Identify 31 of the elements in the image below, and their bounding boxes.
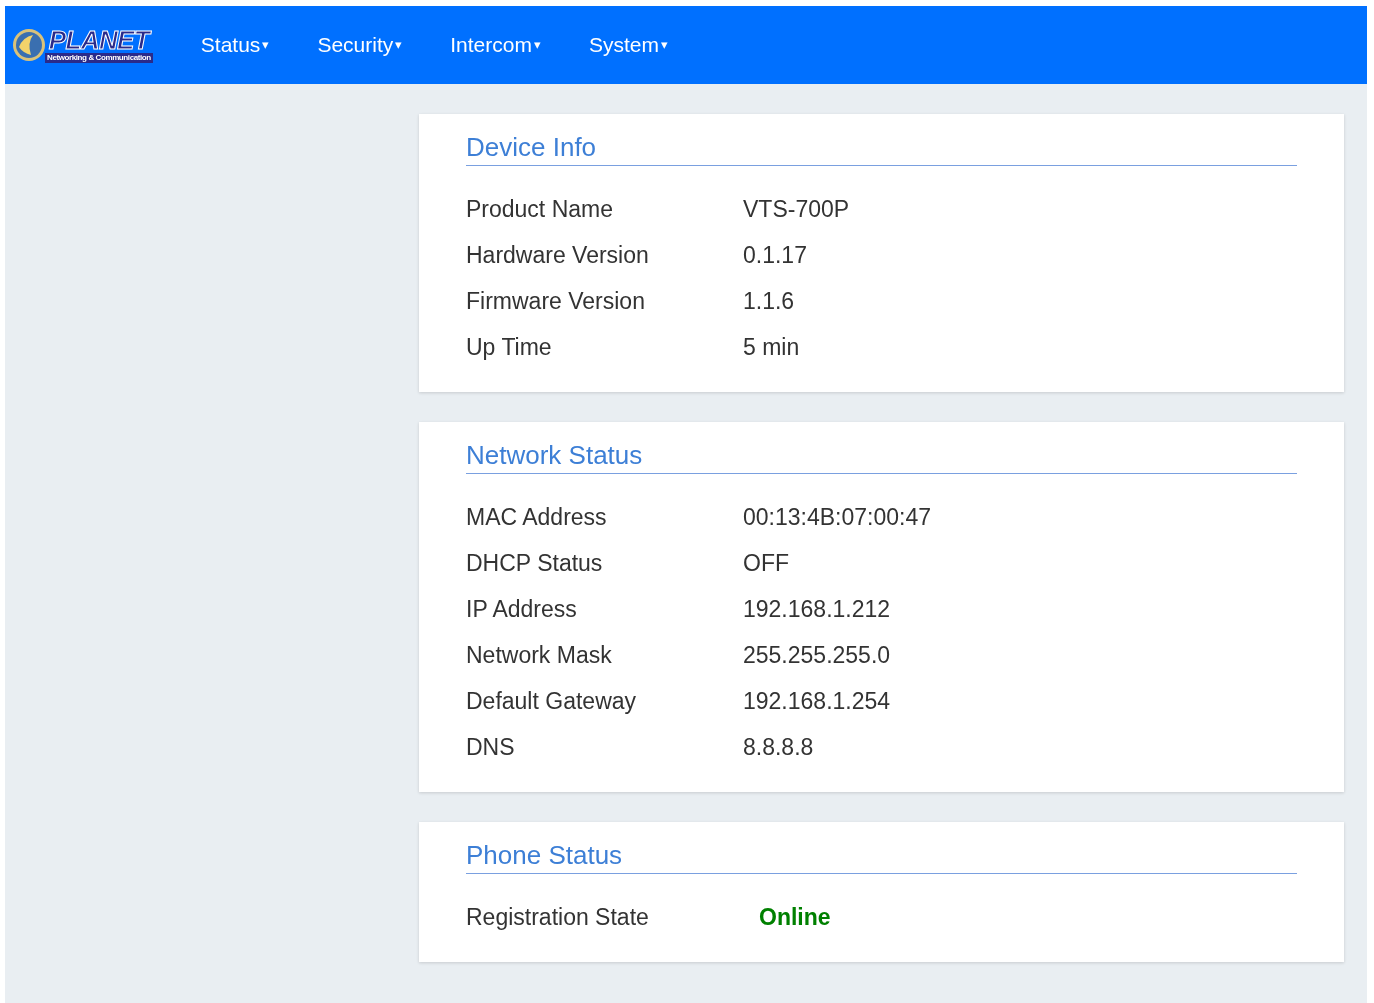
- logo-tagline: Networking & Communication: [45, 53, 153, 63]
- field-value: 8.8.8.8: [743, 732, 814, 762]
- field-value: 1.1.6: [743, 286, 795, 316]
- nav-menu[interactable]: Security▾: [305, 6, 415, 84]
- status-value: Online: [759, 902, 831, 932]
- field-value: 5 min: [743, 332, 800, 362]
- field-label: Up Time: [466, 332, 553, 362]
- field-label: Hardware Version: [466, 240, 650, 270]
- field-label: Product Name: [466, 194, 614, 224]
- panel-title: Phone Status: [466, 838, 1297, 874]
- field-value: OFF: [743, 548, 789, 578]
- field-value: 00:13:4B:07:00:47: [743, 502, 931, 532]
- field-label: DNS: [466, 732, 516, 762]
- field-label: Firmware Version: [466, 286, 646, 316]
- nav-menu[interactable]: Intercom▾: [438, 6, 553, 84]
- field-value: 192.168.1.254: [743, 686, 891, 716]
- panel-title: Device Info: [466, 130, 1297, 166]
- globe-icon: [11, 27, 47, 63]
- field-label: DHCP Status: [466, 548, 604, 578]
- nav-menu[interactable]: Status▾: [188, 6, 282, 84]
- field-value: 255.255.255.0: [743, 640, 891, 670]
- nav-menu[interactable]: System▾: [576, 6, 680, 84]
- field-label: IP Address: [466, 594, 578, 624]
- panel-title: Network Status: [466, 438, 1297, 474]
- field-label: Default Gateway: [466, 686, 638, 716]
- field-label: MAC Address: [466, 502, 608, 532]
- field-value: 0.1.17: [743, 240, 807, 270]
- field-label: Network Mask: [466, 640, 613, 670]
- field-label: Registration State: [466, 902, 650, 932]
- field-value: VTS-700P: [743, 194, 850, 224]
- field-value: 192.168.1.212: [743, 594, 891, 624]
